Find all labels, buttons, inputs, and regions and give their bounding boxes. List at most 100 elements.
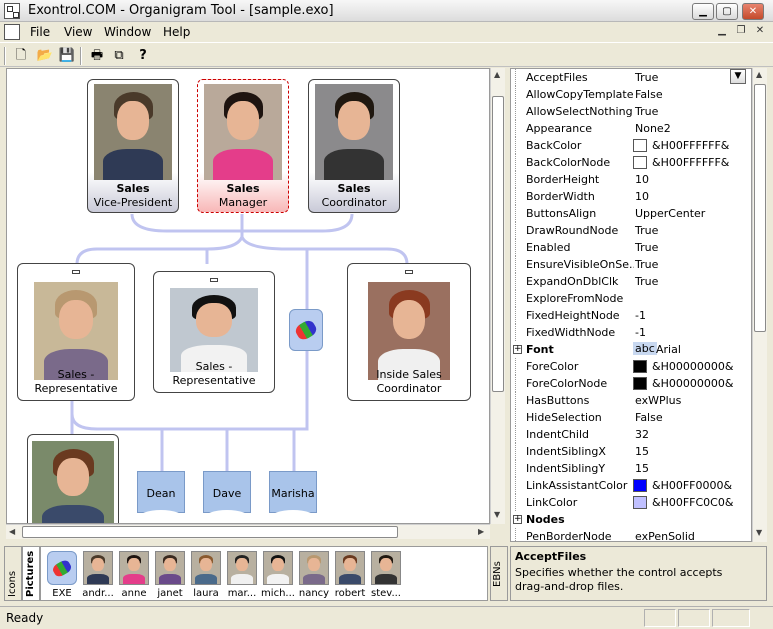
property-row[interactable]: FixedWidthNode -1 [511, 324, 751, 341]
pictures-panel[interactable]: EXE andr... anne janet laura mar... mich... nan… [40, 546, 488, 601]
menu-window[interactable]: Window [104, 25, 151, 39]
property-row[interactable]: + Font abc Arial [511, 341, 751, 358]
property-row[interactable]: ForeColor &H00000000& [511, 358, 751, 375]
menu-view[interactable]: View [64, 25, 92, 39]
property-row[interactable]: HasButtons exWPlus [511, 392, 751, 409]
property-value[interactable]: 10 [635, 173, 649, 186]
mdi-minimize-button[interactable]: ▁ [714, 24, 730, 39]
save-icon[interactable]: 💾 [58, 47, 76, 64]
node-sales-manager[interactable]: Sales Manager [197, 79, 289, 213]
picture-item[interactable]: mar... [225, 551, 259, 601]
property-row[interactable]: FixedHeightNode -1 [511, 307, 751, 324]
picture-exe[interactable]: EXE [45, 551, 79, 601]
property-value[interactable]: &H00FF0000& [652, 479, 732, 492]
picture-item[interactable]: laura [189, 551, 223, 601]
property-value[interactable]: &H00FFFFFF& [652, 156, 729, 169]
mdi-close-button[interactable]: ✕ [752, 24, 768, 39]
property-row[interactable]: PenBorderNode exPenSolid [511, 528, 751, 541]
property-row[interactable]: BorderWidth 10 [511, 188, 751, 205]
node-sales-representative-1[interactable]: Sales - Representative [17, 263, 135, 401]
property-value[interactable]: &H00000000& [652, 377, 733, 390]
property-value[interactable]: exWPlus [635, 394, 681, 407]
property-row[interactable]: Appearance None2 [511, 120, 751, 137]
property-value[interactable]: &H00FFC0C0& [652, 496, 733, 509]
node-sales-coordinator[interactable]: Sales Coordinator [308, 79, 400, 213]
property-value[interactable]: 15 [635, 445, 649, 458]
picture-item[interactable]: stev... [369, 551, 403, 601]
property-row[interactable]: BackColorNode &H00FFFFFF& [511, 154, 751, 171]
document-icon[interactable] [4, 24, 20, 40]
vertical-scroll-thumb[interactable] [754, 84, 766, 332]
vertical-scroll-thumb[interactable] [492, 96, 504, 392]
close-button[interactable]: ✕ [742, 3, 764, 20]
expand-handle[interactable] [210, 278, 218, 282]
property-value[interactable]: True [635, 105, 658, 118]
property-value[interactable]: True [635, 224, 658, 237]
scroll-up-icon[interactable]: ▲ [756, 70, 762, 79]
property-row[interactable]: AllowCopyTemplate False [511, 86, 751, 103]
expand-handle[interactable] [72, 270, 80, 274]
doc-node-marisha[interactable]: Marisha [269, 471, 317, 518]
property-row[interactable]: IndentSiblingX 15 [511, 443, 751, 460]
picture-item[interactable]: mich... [261, 551, 295, 601]
horizontal-scroll-thumb[interactable] [22, 526, 398, 538]
tab-ebns[interactable]: EBNs [490, 546, 508, 601]
picture-item[interactable]: nancy [297, 551, 331, 601]
property-row[interactable]: + Nodes [511, 511, 751, 528]
maximize-button[interactable]: ▢ [716, 3, 738, 20]
doc-node-dave[interactable]: Dave [203, 471, 251, 518]
scroll-left-icon[interactable]: ◀ [9, 527, 15, 536]
property-row[interactable]: Enabled True [511, 239, 751, 256]
node-sales-vice-president[interactable]: Sales Vice-President [87, 79, 179, 213]
node-sales-representative-2[interactable]: Sales - Representative [153, 271, 275, 393]
property-row[interactable]: DrawRoundNode True [511, 222, 751, 239]
copy-icon[interactable]: ⧉ [110, 47, 128, 64]
expand-plus-icon[interactable]: + [513, 515, 522, 524]
property-value[interactable]: 10 [635, 190, 649, 203]
menu-help[interactable]: Help [163, 25, 190, 39]
property-value[interactable]: UpperCenter [635, 207, 705, 220]
picture-item[interactable]: robert [333, 551, 367, 601]
property-value[interactable]: Arial [656, 343, 681, 356]
scroll-up-icon[interactable]: ▲ [494, 70, 500, 79]
app-icon[interactable] [4, 3, 20, 19]
canvas-vertical-scrollbar[interactable]: ▲ ▼ [490, 68, 505, 524]
property-row[interactable]: ButtonsAlign UpperCenter [511, 205, 751, 222]
node-inside-sales-coordinator[interactable]: Inside Sales Coordinator [347, 263, 471, 401]
canvas-horizontal-scrollbar[interactable]: ◀ ▶ [6, 524, 490, 539]
property-value[interactable]: False [635, 88, 663, 101]
expand-handle[interactable] [405, 270, 413, 274]
property-row[interactable]: AllowSelectNothing True [511, 103, 751, 120]
property-value[interactable]: True [635, 241, 658, 254]
property-value[interactable]: &H00000000& [652, 360, 733, 373]
property-row[interactable]: ExploreFromNode [511, 290, 751, 307]
property-value[interactable]: True [635, 258, 658, 271]
new-file-icon[interactable]: 🗋 [12, 47, 30, 64]
node-employee-partial[interactable] [27, 434, 119, 523]
organigram-canvas[interactable]: Sales Vice-President Sales Manager Sales Co… [6, 68, 490, 524]
picture-item[interactable]: anne [117, 551, 151, 601]
menu-file[interactable]: File [30, 25, 50, 39]
property-row[interactable]: AcceptFiles True [511, 69, 751, 86]
picture-item[interactable]: andr... [81, 551, 115, 601]
property-dropdown-button[interactable]: ▼ [730, 69, 746, 84]
assistant-exe-icon[interactable] [289, 309, 323, 351]
property-value[interactable]: True [635, 71, 658, 84]
help-icon[interactable]: ? [134, 47, 152, 64]
property-row[interactable]: HideSelection False [511, 409, 751, 426]
tab-icons[interactable]: Icons [4, 546, 22, 601]
property-row[interactable]: ExpandOnDblClk True [511, 273, 751, 290]
property-row[interactable]: ForeColorNode &H00000000& [511, 375, 751, 392]
print-icon[interactable]: 🖶 [88, 47, 106, 64]
property-value[interactable]: 32 [635, 428, 649, 441]
properties-vertical-scrollbar[interactable]: ▲ ▼ [752, 68, 767, 542]
property-row[interactable]: BorderHeight 10 [511, 171, 751, 188]
property-row[interactable]: BackColor &H00FFFFFF& [511, 137, 751, 154]
property-row[interactable]: IndentSiblingY 15 [511, 460, 751, 477]
property-row[interactable]: LinkAssistantColor &H00FF0000& [511, 477, 751, 494]
properties-grid[interactable]: AcceptFiles True AllowCopyTemplate False All… [510, 68, 752, 542]
property-value[interactable]: &H00FFFFFF& [652, 139, 729, 152]
property-value[interactable]: exPenSolid [635, 530, 695, 541]
scroll-right-icon[interactable]: ▶ [478, 527, 484, 536]
property-row[interactable]: EnsureVisibleOnSe... True [511, 256, 751, 273]
